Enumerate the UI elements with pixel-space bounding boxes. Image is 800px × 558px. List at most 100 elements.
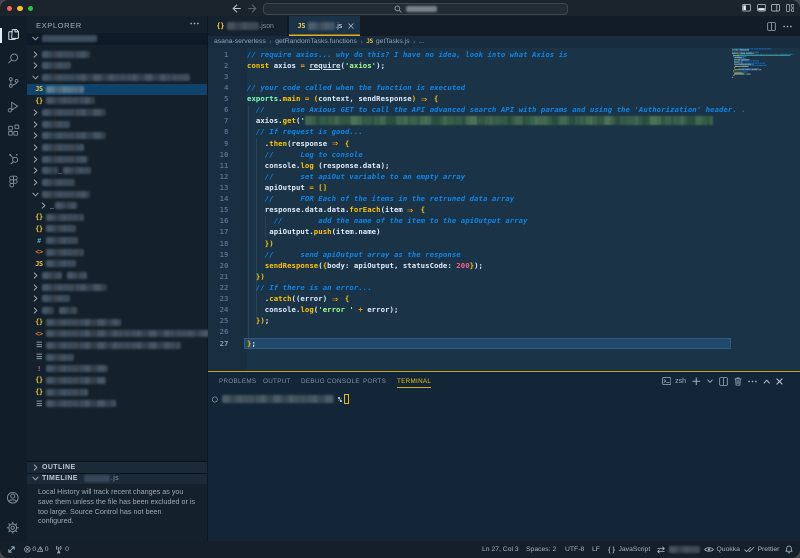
status-ln-27-col-3[interactable]: Ln 27, Col 3 bbox=[482, 541, 519, 558]
code-line-23: 23 .catch((error) ⇒ { bbox=[208, 293, 800, 304]
panel-tab-output[interactable]: OUTPUT bbox=[263, 372, 291, 390]
breadcrumb-item[interactable]: asana-serverless bbox=[214, 38, 266, 45]
tree-folder-row[interactable] bbox=[27, 142, 207, 153]
tab-close-icon[interactable] bbox=[348, 23, 354, 29]
status-utf-8[interactable]: UTF-8 bbox=[565, 541, 584, 558]
tree-folder-row[interactable] bbox=[27, 49, 207, 60]
tree-file-row[interactable]: ☰ bbox=[27, 398, 207, 409]
nav-back-button[interactable] bbox=[232, 4, 241, 13]
tree-folder-row[interactable] bbox=[27, 282, 207, 293]
tree-folder-row[interactable] bbox=[27, 153, 207, 164]
status-warning[interactable]: 0 bbox=[37, 541, 49, 558]
panel-tab-terminal[interactable]: TERMINAL bbox=[397, 372, 431, 390]
toggle-sidebar-icon[interactable] bbox=[742, 4, 751, 12]
status-bell[interactable] bbox=[785, 541, 793, 558]
toggle-secondary-sidebar-icon[interactable] bbox=[771, 4, 780, 12]
chevron-up-icon[interactable] bbox=[763, 379, 771, 384]
tree-folder-row[interactable] bbox=[27, 305, 207, 316]
tree-file-row[interactable]: JS bbox=[27, 258, 207, 269]
timeline-section-header[interactable]: TIMELINE .js bbox=[27, 473, 207, 485]
workspace-section-header[interactable] bbox=[27, 33, 207, 45]
status-sync[interactable] bbox=[656, 541, 700, 558]
command-center[interactable] bbox=[263, 3, 568, 15]
activitybar-figma[interactable] bbox=[0, 170, 26, 194]
status-spaces-2[interactable]: Spaces: 2 bbox=[526, 541, 556, 558]
breadcrumb-item[interactable]: getRandomTasks.functions bbox=[275, 38, 357, 45]
tree-file-row[interactable]: <> bbox=[27, 328, 207, 339]
minimap-token bbox=[734, 72, 735, 73]
split-editor-icon[interactable] bbox=[719, 377, 728, 386]
tree-file-row[interactable]: <> bbox=[27, 247, 207, 258]
vscode-window: EXPLORER JS{}__{}{}#<>JS{}<>☰☰!{}{}☰ OUT… bbox=[0, 0, 800, 558]
panel-tab-ports[interactable]: PORTS bbox=[363, 372, 386, 390]
chevron-down-icon[interactable] bbox=[707, 379, 713, 384]
tree-folder-row[interactable] bbox=[27, 72, 207, 83]
close-icon[interactable] bbox=[776, 378, 783, 385]
more-icon[interactable] bbox=[783, 25, 792, 28]
tree-file-row[interactable]: {} bbox=[27, 375, 207, 386]
breadcrumb-item[interactable]: ... bbox=[419, 38, 425, 45]
plus-icon[interactable] bbox=[692, 377, 701, 386]
tree-folder-row[interactable]: _ bbox=[27, 165, 207, 176]
customize-layout-icon[interactable] bbox=[786, 4, 795, 12]
outline-section-header[interactable]: OUTLINE bbox=[27, 461, 207, 473]
activitybar-search[interactable] bbox=[0, 46, 26, 70]
nav-forward-button[interactable] bbox=[248, 4, 257, 13]
tree-folder-row[interactable] bbox=[27, 177, 207, 188]
tree-file-row[interactable]: ! bbox=[27, 363, 207, 374]
tab-inactive[interactable]: {}.json bbox=[208, 16, 288, 36]
line-number: 16 bbox=[208, 215, 229, 226]
tree-folder-row[interactable] bbox=[27, 270, 207, 281]
more-icon[interactable] bbox=[748, 380, 757, 383]
editor-actions bbox=[767, 16, 792, 36]
activitybar-extensions[interactable] bbox=[0, 119, 26, 143]
status-lf[interactable]: LF bbox=[592, 541, 600, 558]
traffic-minimize-button[interactable] bbox=[17, 6, 23, 12]
trash-icon[interactable] bbox=[734, 377, 742, 386]
activitybar-explorer[interactable] bbox=[0, 22, 26, 46]
timeline-description-line: Local History will track recent changes … bbox=[38, 487, 202, 497]
tab-active[interactable]: JS.js bbox=[289, 16, 360, 36]
status-javascript[interactable]: JavaScript bbox=[607, 541, 650, 558]
activitybar-account[interactable] bbox=[0, 486, 26, 510]
tree-file-row[interactable]: {} bbox=[27, 212, 207, 223]
tree-folder-row[interactable] bbox=[27, 60, 207, 71]
tree-file-row[interactable]: {} bbox=[27, 317, 207, 328]
tree-folder-row[interactable] bbox=[27, 130, 207, 141]
tree-folder-row[interactable] bbox=[27, 118, 207, 129]
tree-file-row[interactable]: ☰ bbox=[27, 340, 207, 351]
split-editor-icon[interactable] bbox=[767, 22, 776, 31]
tree-file-row[interactable]: JS bbox=[27, 84, 207, 95]
tree-file-row[interactable]: {} bbox=[27, 95, 207, 106]
panel-tab-debug-console[interactable]: DEBUG CONSOLE bbox=[301, 372, 360, 390]
tree-file-row[interactable]: # bbox=[27, 235, 207, 246]
toggle-panel-icon[interactable] bbox=[757, 4, 766, 12]
tree-file-row[interactable]: {} bbox=[27, 386, 207, 397]
activitybar-source-control[interactable] bbox=[0, 71, 26, 95]
terminal-prompt-line[interactable]: ○ % bbox=[212, 394, 349, 405]
panel-tab-problems[interactable]: PROBLEMS bbox=[219, 372, 256, 390]
tree-file-row[interactable]: {} bbox=[27, 223, 207, 234]
status-error[interactable]: 0 bbox=[24, 541, 36, 558]
tree-folder-row[interactable]: _ bbox=[27, 200, 207, 211]
minimap-token bbox=[750, 53, 752, 54]
breadcrumb-item[interactable]: getTasks.js bbox=[376, 38, 410, 45]
tree-folder-row[interactable] bbox=[27, 107, 207, 118]
code-editor[interactable]: 1// require axios... why do this? I have… bbox=[208, 48, 800, 372]
minimap-token bbox=[734, 68, 735, 69]
views-and-more-actions-icon[interactable] bbox=[190, 22, 199, 25]
status-prettier[interactable]: Prettier bbox=[744, 541, 779, 558]
tree-file-row[interactable]: ☰ bbox=[27, 351, 207, 362]
tree-folder-row[interactable] bbox=[27, 293, 207, 304]
activitybar-run-debug[interactable] bbox=[0, 95, 26, 119]
status-quokka[interactable]: Quokka bbox=[704, 541, 740, 558]
tree-folder-row[interactable] bbox=[27, 188, 207, 199]
activitybar-settings[interactable] bbox=[0, 516, 26, 540]
terminal-shell-icon[interactable] bbox=[662, 377, 672, 385]
activitybar-hubspot[interactable] bbox=[0, 146, 26, 170]
traffic-zoom-button[interactable] bbox=[28, 6, 34, 12]
minimap[interactable] bbox=[731, 48, 795, 88]
status-radio-tower[interactable]: 0 bbox=[54, 541, 69, 558]
status-remote[interactable] bbox=[6, 541, 17, 558]
traffic-close-button[interactable] bbox=[7, 6, 13, 12]
